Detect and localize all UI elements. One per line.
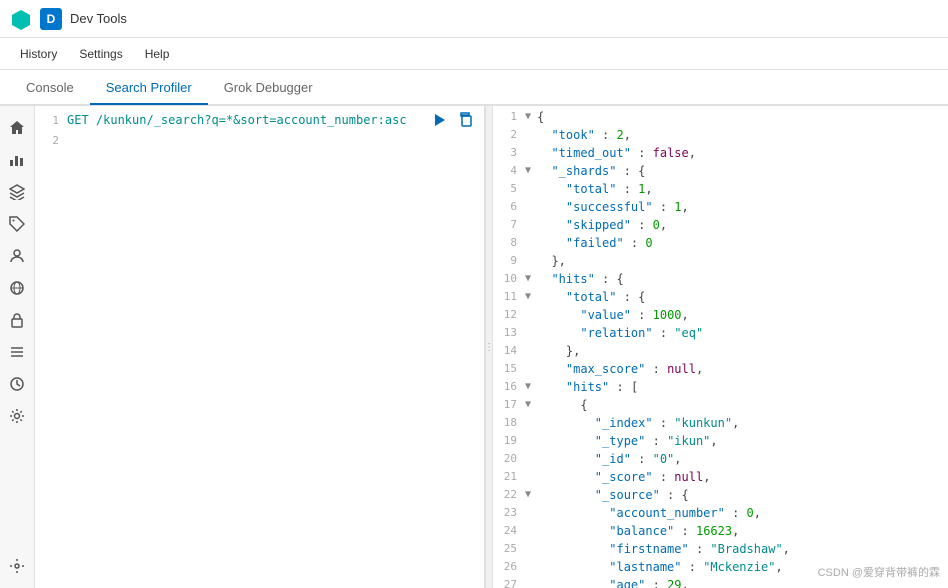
- output-line: 21 "_score" : null,: [493, 468, 948, 486]
- output-line: 5 "total" : 1,: [493, 180, 948, 198]
- tab-search-profiler[interactable]: Search Profiler: [90, 72, 208, 105]
- sidebar: [0, 106, 35, 588]
- output-line: 8 "failed" : 0: [493, 234, 948, 252]
- menu-history[interactable]: History: [10, 43, 67, 65]
- menu-bar: History Settings Help: [0, 38, 948, 70]
- output-line: 6 "successful" : 1,: [493, 198, 948, 216]
- output-line: 2 "took" : 2,: [493, 126, 948, 144]
- sidebar-icon-layers[interactable]: [3, 178, 31, 206]
- tab-grok-debugger[interactable]: Grok Debugger: [208, 72, 329, 105]
- output-line: 7 "skipped" : 0,: [493, 216, 948, 234]
- sidebar-icon-chart[interactable]: [3, 146, 31, 174]
- sidebar-icon-settings-alt[interactable]: [3, 402, 31, 430]
- menu-help[interactable]: Help: [135, 43, 180, 65]
- main-content: 1 GET /kunkun/_search?q=*&sort=account_n…: [0, 106, 948, 588]
- editor-line-1: 1 GET /kunkun/_search?q=*&sort=account_n…: [35, 110, 484, 130]
- sidebar-icon-list[interactable]: [3, 338, 31, 366]
- output-line: 12 "value" : 1000,: [493, 306, 948, 324]
- tabs-bar: Console Search Profiler Grok Debugger: [0, 70, 948, 106]
- output-line: 11▼ "total" : {: [493, 288, 948, 306]
- app-logo: [10, 8, 32, 30]
- editor-toolbar: [430, 110, 476, 130]
- menu-settings[interactable]: Settings: [69, 43, 132, 65]
- editor-content[interactable]: 1 GET /kunkun/_search?q=*&sort=account_n…: [35, 106, 484, 588]
- output-line: 1▼{: [493, 108, 948, 126]
- sidebar-icon-clock[interactable]: [3, 370, 31, 398]
- sidebar-icon-home[interactable]: [3, 114, 31, 142]
- app-title: Dev Tools: [70, 11, 127, 26]
- output-line: 24 "balance" : 16623,: [493, 522, 948, 540]
- output-panel: 1▼{2 "took" : 2,3 "timed_out" : false,4▼…: [493, 106, 948, 588]
- output-line: 20 "_id" : "0",: [493, 450, 948, 468]
- editor-panel: 1 GET /kunkun/_search?q=*&sort=account_n…: [35, 106, 485, 588]
- sidebar-icon-person[interactable]: [3, 242, 31, 270]
- output-line: 18 "_index" : "kunkun",: [493, 414, 948, 432]
- resize-handle[interactable]: ⋮: [485, 106, 493, 588]
- copy-button[interactable]: [456, 110, 476, 130]
- sidebar-icon-lock[interactable]: [3, 306, 31, 334]
- output-line: 15 "max_score" : null,: [493, 360, 948, 378]
- output-line: 22▼ "_source" : {: [493, 486, 948, 504]
- sidebar-icon-settings[interactable]: [3, 552, 31, 580]
- sidebar-icon-tag[interactable]: [3, 210, 31, 238]
- output-line: 9 },: [493, 252, 948, 270]
- output-line: 13 "relation" : "eq": [493, 324, 948, 342]
- output-line: 25 "firstname" : "Bradshaw",: [493, 540, 948, 558]
- output-line: 3 "timed_out" : false,: [493, 144, 948, 162]
- tab-console[interactable]: Console: [10, 72, 90, 105]
- output-line: 10▼ "hits" : {: [493, 270, 948, 288]
- watermark: CSDN @爱穿背带裤的霖: [818, 564, 940, 580]
- output-line: 23 "account_number" : 0,: [493, 504, 948, 522]
- sidebar-icon-globe[interactable]: [3, 274, 31, 302]
- output-line: 16▼ "hits" : [: [493, 378, 948, 396]
- output-line: 4▼ "_shards" : {: [493, 162, 948, 180]
- run-button[interactable]: [430, 110, 450, 130]
- output-line: 14 },: [493, 342, 948, 360]
- app-icon: D: [40, 8, 62, 30]
- output-line: 17▼ {: [493, 396, 948, 414]
- editor-line-2: 2: [35, 130, 484, 150]
- top-bar: D Dev Tools: [0, 0, 948, 38]
- output-line: 19 "_type" : "ikun",: [493, 432, 948, 450]
